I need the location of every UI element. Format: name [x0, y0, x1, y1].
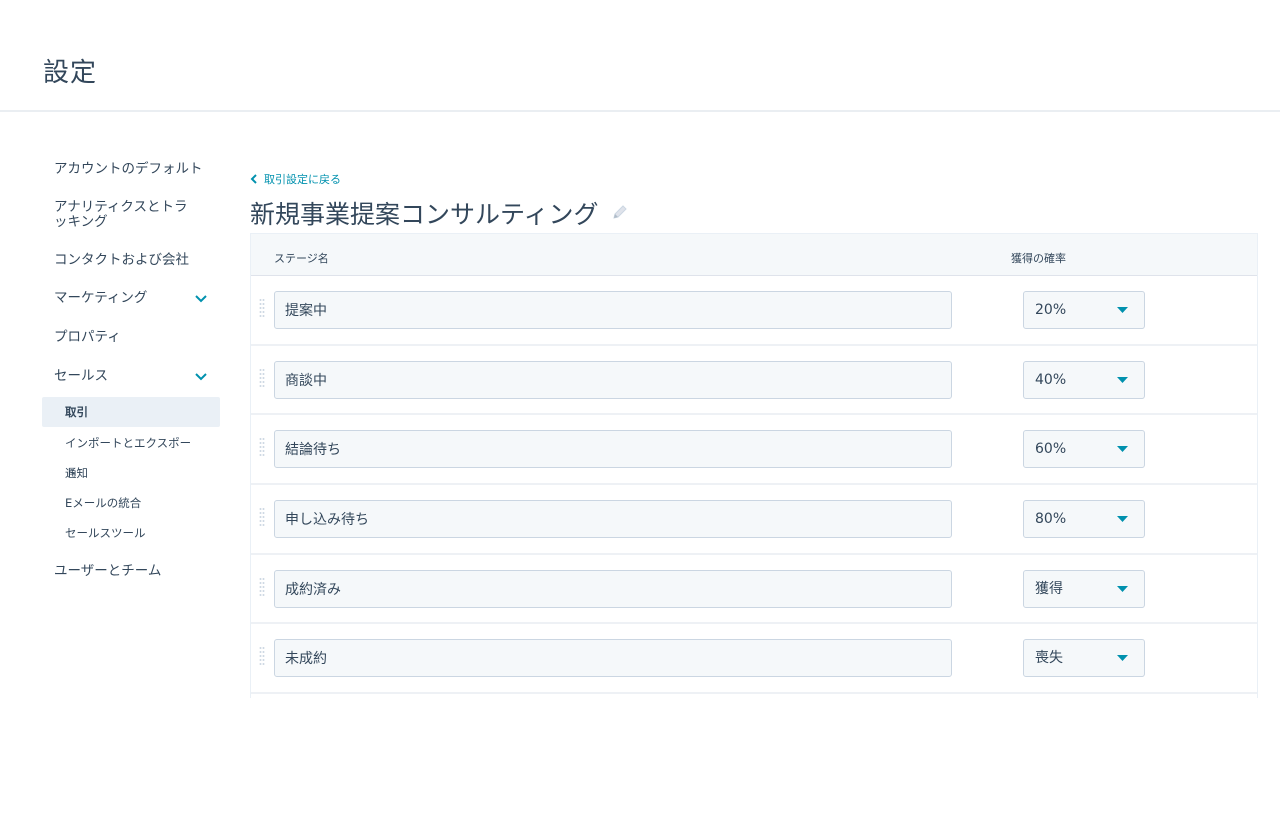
stage-name-input[interactable] [274, 430, 952, 469]
probability-value: 20% [1035, 302, 1067, 318]
sidebar-item-analytics[interactable]: アナリティクスとトラッキング [42, 200, 220, 230]
sales-submenu: 取引 インポートとエクスポート 通知 Eメールの統合 セールスツール [42, 397, 220, 548]
page-title: 設定 [43, 58, 98, 88]
probability-value: 獲得 [1035, 580, 1063, 597]
drag-handle-icon[interactable] [259, 507, 265, 529]
probability-select[interactable]: 40% [1023, 360, 1145, 399]
drag-handle-icon[interactable] [259, 437, 265, 459]
probability-value: 60% [1035, 441, 1067, 458]
caret-down-icon [1117, 376, 1128, 383]
sidebar-item-label: コンタクトおよび会社 [54, 252, 189, 268]
back-link-label: 取引設定に戻る [264, 173, 341, 186]
sidebar-subitem-deals[interactable]: 取引 [42, 397, 220, 427]
caret-down-icon [1117, 516, 1128, 523]
sidebar-item-sales[interactable]: セールス [42, 369, 220, 384]
table-row: 獲得 [251, 555, 1257, 625]
probability-value: 40% [1035, 371, 1067, 388]
sidebar-item-label: ユーザーとチーム [54, 563, 162, 579]
sidebar-item-account-defaults[interactable]: アカウントのデフォルト [42, 162, 220, 177]
deal-stages-table: ステージ名 獲得の確率 20% 40% [250, 233, 1258, 698]
sidebar-item-users-teams[interactable]: ユーザーとチーム [42, 564, 220, 579]
sidebar-subitem-import-export[interactable]: インポートとエクスポート [42, 428, 220, 480]
probability-select[interactable]: 20% [1023, 291, 1145, 329]
table-row: 喪失 [251, 624, 1257, 695]
table-row: 60% [251, 415, 1257, 486]
sidebar-item-label: アカウントのデフォルト [54, 161, 203, 177]
probability-value: 80% [1035, 511, 1067, 528]
table-row: 20% [251, 276, 1257, 346]
probability-select[interactable]: 獲得 [1023, 569, 1145, 608]
sidebar-item-label: マーケティング [54, 290, 148, 306]
drag-handle-icon[interactable] [259, 577, 265, 599]
probability-value: 喪失 [1035, 650, 1063, 667]
pipeline-title: 新規事業提案コンサルティング [250, 195, 629, 231]
stage-name-input[interactable] [274, 291, 952, 329]
pipeline-name: 新規事業提案コンサルティング [250, 200, 599, 229]
caret-down-icon [1117, 307, 1128, 313]
sidebar-item-properties[interactable]: プロパティ [42, 330, 220, 345]
probability-select[interactable]: 60% [1023, 430, 1145, 469]
drag-handle-icon[interactable] [259, 368, 265, 390]
chevron-left-icon [250, 174, 257, 184]
caret-down-icon [1117, 585, 1128, 592]
probability-select[interactable]: 80% [1023, 500, 1145, 539]
probability-select[interactable]: 喪失 [1023, 639, 1145, 678]
stage-name-input[interactable] [274, 360, 952, 399]
caret-down-icon [1117, 655, 1128, 662]
back-to-deal-settings-link[interactable]: 取引設定に戻る [250, 171, 341, 187]
sidebar-item-label: セールス [54, 368, 108, 384]
sidebar-subitem-sales-tools[interactable]: セールスツール [42, 518, 220, 548]
drag-handle-icon[interactable] [259, 298, 265, 320]
chevron-down-icon[interactable] [194, 292, 208, 306]
table-header: ステージ名 獲得の確率 [251, 234, 1257, 276]
table-row: 80% [251, 485, 1257, 555]
pencil-icon[interactable] [611, 204, 629, 222]
stage-name-input[interactable] [274, 500, 952, 539]
column-header-stage-name: ステージ名 [274, 252, 329, 265]
sidebar-item-marketing[interactable]: マーケティング [42, 291, 220, 306]
sidebar-item-label: プロパティ [54, 329, 121, 345]
drag-handle-icon[interactable] [259, 646, 265, 668]
caret-down-icon [1117, 446, 1128, 453]
page-header: 設定 [0, 0, 1280, 112]
table-row: 40% [251, 346, 1257, 416]
sidebar-item-label: アナリティクスとトラッキング [54, 199, 188, 230]
stage-name-input[interactable] [274, 639, 952, 678]
sidebar-subitem-email-integration[interactable]: Eメールの統合 [42, 488, 220, 518]
column-header-probability: 獲得の確率 [1011, 252, 1066, 265]
sidebar-item-contacts-companies[interactable]: コンタクトおよび会社 [42, 253, 220, 268]
chevron-down-icon[interactable] [194, 370, 208, 384]
stage-name-input[interactable] [274, 569, 952, 608]
sidebar-subitem-notifications[interactable]: 通知 [42, 458, 220, 488]
